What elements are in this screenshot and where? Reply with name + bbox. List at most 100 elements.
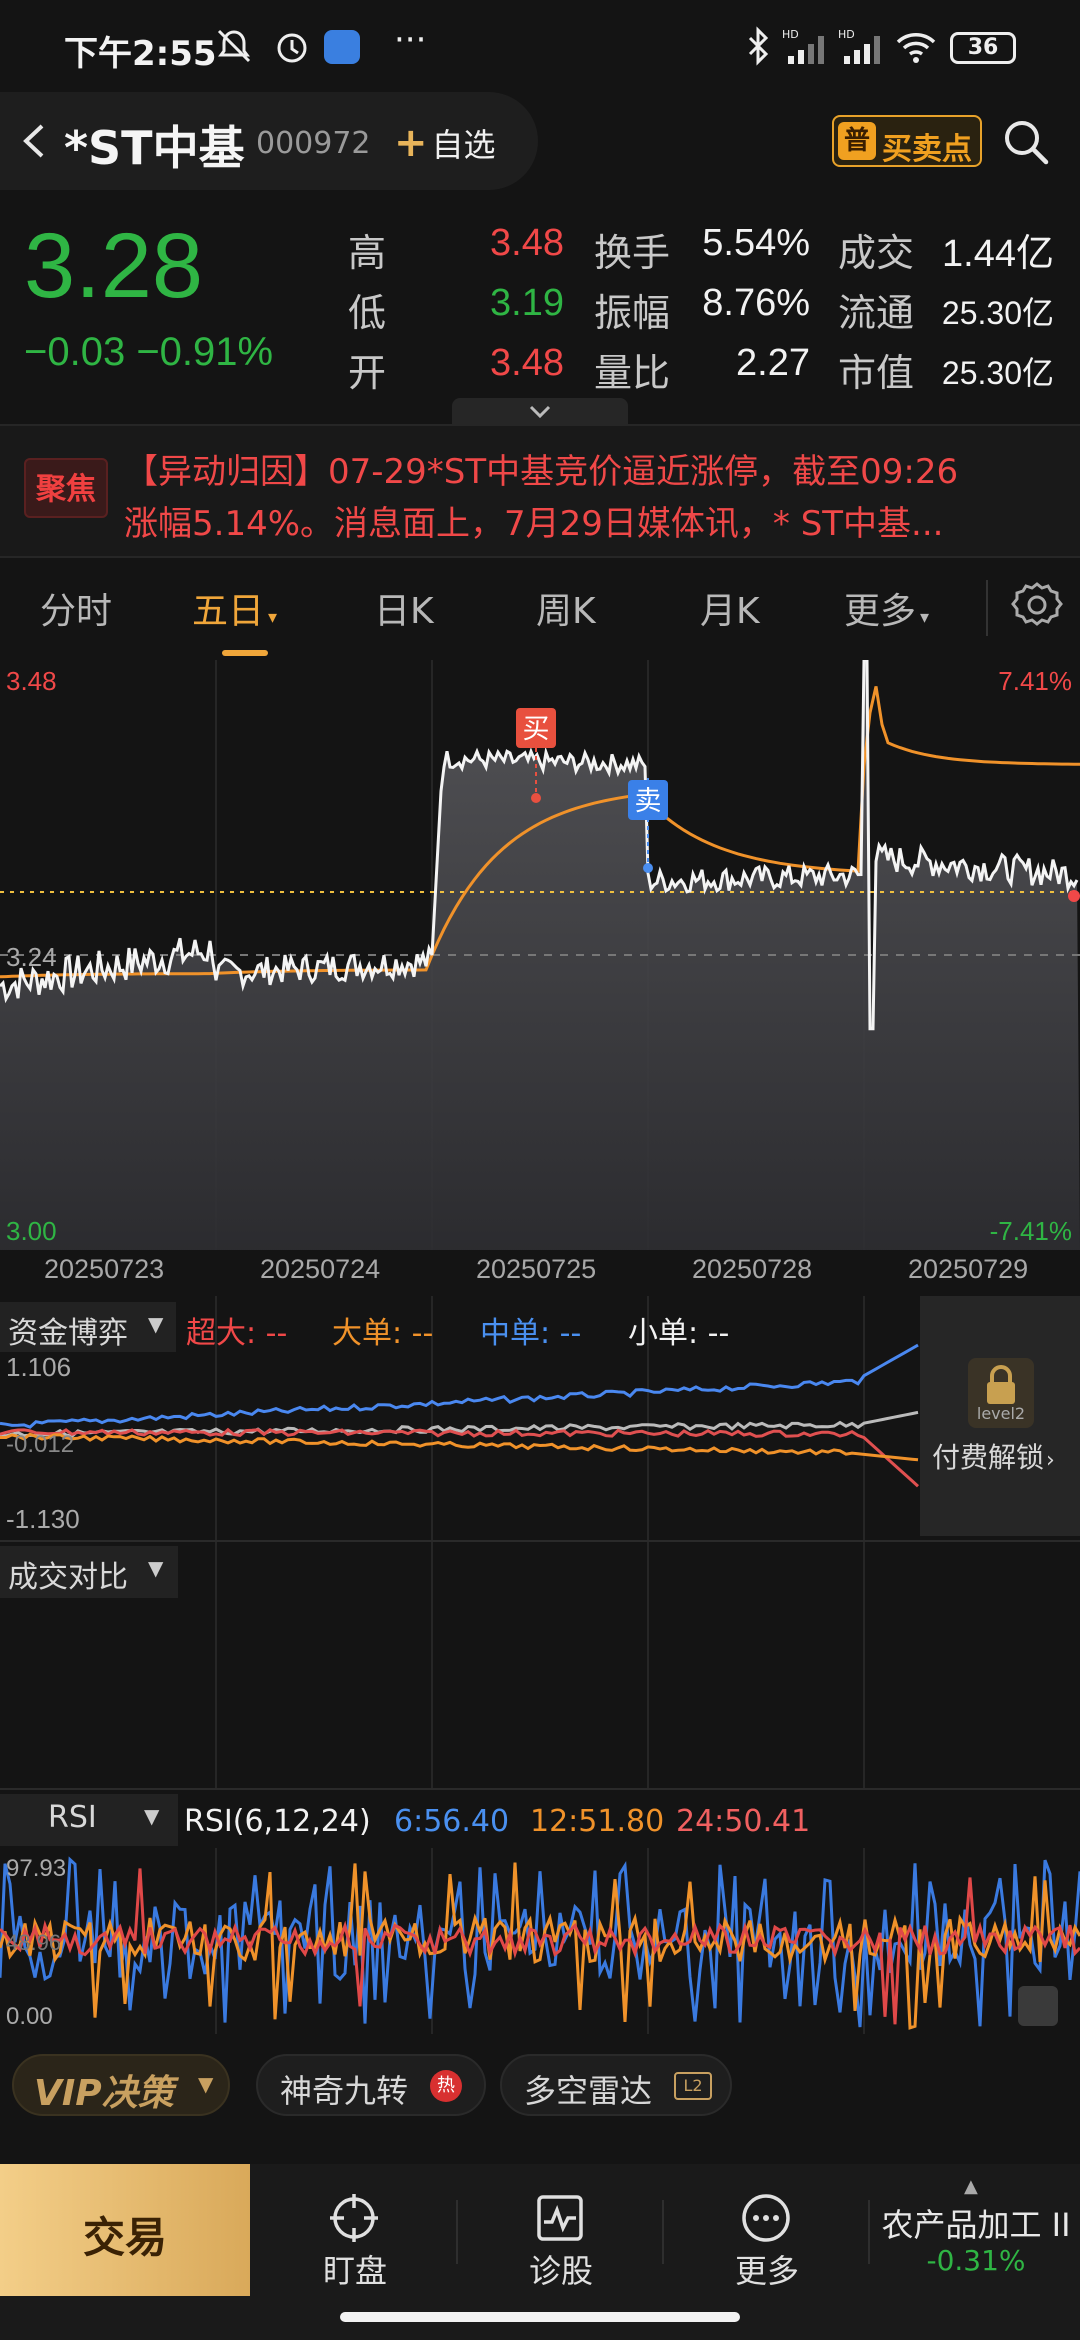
sector-ticker[interactable]: ▲ 农产品加工 II -0.31% [872, 2164, 1080, 2296]
nav-more-label: 更多 [734, 2252, 799, 2290]
divider [986, 580, 988, 636]
pct-axis-top: 7.41% [998, 666, 1072, 696]
open-label: 开 [348, 351, 387, 395]
divider [0, 1788, 1080, 1790]
fullscreen-icon[interactable] [1018, 1986, 1058, 2026]
sector-change: -0.31% [926, 2244, 1026, 2277]
nav-diagnose-label: 诊股 [528, 2252, 593, 2290]
battery-icon: 36 [950, 32, 1016, 64]
paid-unlock-label[interactable]: 付费解锁› [932, 1436, 1055, 1476]
trade-button[interactable]: 交易 [0, 2164, 250, 2296]
market-cap-value: 25.30亿 [941, 355, 1054, 391]
caret-down-icon: ▼ [148, 1312, 164, 1336]
capital-flow-selector[interactable]: 资金博弈 ▼ [0, 1302, 176, 1352]
pct-axis-bottom: -7.41% [990, 1216, 1072, 1246]
sector-name: 农产品加工 II [881, 2206, 1071, 2244]
high-value: 3.48 [490, 222, 564, 264]
volume-ratio-label: 量比 [594, 351, 671, 395]
tab-intraday[interactable]: 分时 [40, 582, 112, 634]
float-cap-value: 25.30亿 [941, 295, 1054, 331]
five-day-price-chart[interactable]: 买 卖 3.48 3.24 3.00 7.41% -7.41% [0, 660, 1080, 1250]
float-cap-label: 流通 [838, 291, 915, 335]
rsi-y-mid: 48.96 [6, 1930, 61, 1955]
y-axis-bottom: 3.00 [6, 1216, 57, 1246]
volume-ratio-value: 2.27 [736, 342, 810, 384]
home-indicator[interactable] [340, 2312, 740, 2322]
add-watchlist-button[interactable]: + 自选 [394, 120, 496, 166]
caret-down-icon: ▾ [920, 607, 930, 628]
buy-sell-points-button[interactable]: 普 买卖点 [832, 115, 982, 167]
stock-code: 000972 [256, 126, 371, 161]
gear-icon[interactable] [1010, 578, 1064, 632]
bull-bear-radar-label: 多空雷达 [524, 2072, 653, 2110]
divider [868, 2200, 870, 2264]
tab-more-label: 更多 [844, 591, 917, 632]
tab-five-day[interactable]: 五日 ▾ [192, 582, 277, 634]
date-label: 20250728 [692, 1254, 813, 1284]
rsi6-value: 6:56.40 [394, 1804, 510, 1839]
app-notification-icon [324, 30, 360, 64]
more-status-dots: ··· [394, 20, 427, 60]
low-value: 3.19 [490, 282, 564, 324]
caret-down-icon: ▼ [148, 1556, 164, 1580]
caret-up-icon: ▲ [964, 2176, 978, 2197]
rsi-chart[interactable]: 97.93 48.96 0.00 [0, 1848, 1080, 2034]
nav-watch-board-label: 盯盘 [322, 2252, 387, 2290]
wifi-icon [896, 33, 936, 63]
tab-day-k[interactable]: 日K [374, 582, 434, 634]
rsi-y-top: 97.93 [6, 1855, 66, 1882]
buy-marker-dot [531, 793, 541, 803]
news-line-2: 涨幅5.14%。消息面上，7月29日媒体讯，* ST中基... [124, 504, 944, 544]
date-label: 20250723 [44, 1254, 165, 1284]
lock-icon: level2 [968, 1358, 1034, 1428]
volume-compare-selector[interactable]: 成交对比 ▼ [0, 1546, 178, 1598]
rsi24-value: 24:50.41 [676, 1804, 811, 1839]
magic-nine-button[interactable]: 神奇九转 热 [256, 2054, 486, 2116]
rsi-y-bottom: 0.00 [6, 2003, 53, 2030]
hot-badge-icon: 热 [430, 2070, 462, 2102]
turnover-label: 换手 [594, 231, 671, 275]
chevron-right-icon: › [1046, 1448, 1055, 1473]
sell-marker-label: 卖 [635, 786, 662, 817]
flow-y-mid: -0.012 [6, 1431, 74, 1458]
pulse-chart-icon [537, 2195, 583, 2241]
date-label: 20250729 [908, 1254, 1029, 1284]
status-time: 下午2:55 [64, 34, 217, 74]
flow-y-top: 1.106 [6, 1352, 71, 1382]
date-label: 20250724 [260, 1254, 381, 1284]
chevron-down-icon [529, 405, 551, 419]
sell-marker-dot [643, 863, 653, 873]
bull-bear-radar-button[interactable]: 多空雷达 L2 [500, 2054, 732, 2116]
plus-icon: + [394, 120, 428, 166]
caret-down-icon: ▼ [144, 1804, 160, 1828]
buy-marker-label: 买 [523, 714, 550, 745]
rsi-selector[interactable]: RSI ▼ [0, 1794, 178, 1846]
mid-order-legend: 中单: -- [480, 1316, 582, 1351]
svg-text:HD: HD [782, 28, 799, 41]
search-icon[interactable] [1000, 116, 1052, 168]
caret-down-icon: ▼ [198, 2072, 214, 2096]
signal-1-icon: HD [782, 28, 824, 64]
nav-diagnose[interactable]: 诊股 [458, 2164, 664, 2296]
back-arrow-icon[interactable] [14, 118, 54, 164]
signal-2-icon: HD [838, 28, 880, 64]
tab-more[interactable]: 更多 ▾ [844, 582, 929, 634]
bluetooth-icon [748, 26, 769, 66]
nav-watch-board[interactable]: 盯盘 [252, 2164, 458, 2296]
pu-badge-icon: 普 [838, 122, 876, 160]
tab-week-k[interactable]: 周K [536, 582, 596, 634]
y-axis-mid: 3.24 [6, 942, 57, 972]
stock-name: *ST中基 [64, 121, 245, 175]
volume-amount-value: 1.44亿 [942, 233, 1054, 275]
price-change: −0.03 −0.91% [24, 330, 274, 374]
vip-decision-label: VIP决策 [34, 2073, 174, 2114]
flow-y-bottom: -1.130 [6, 1504, 80, 1534]
turnover-value: 5.54% [702, 222, 810, 264]
market-cap-label: 市值 [838, 351, 915, 395]
low-label: 低 [348, 291, 387, 335]
open-value: 3.48 [490, 342, 564, 384]
nav-more[interactable]: 更多 [664, 2164, 870, 2296]
tab-month-k[interactable]: 月K [700, 582, 760, 634]
mute-bell-icon [217, 29, 251, 63]
vip-decision-button[interactable]: VIP决策 ▼ [12, 2054, 230, 2116]
